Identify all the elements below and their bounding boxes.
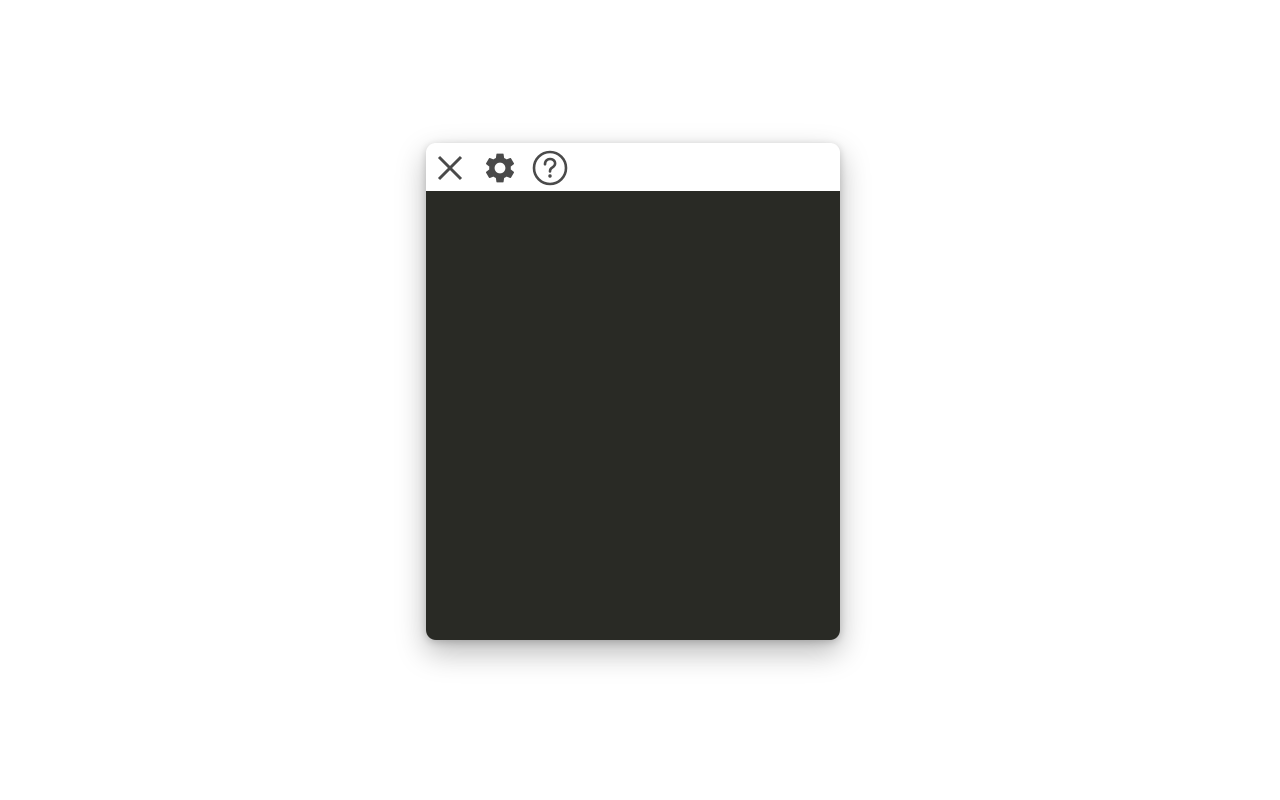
settings-button[interactable] xyxy=(482,150,518,186)
help-circle-icon xyxy=(532,150,568,186)
toolbar xyxy=(426,143,840,191)
help-button[interactable] xyxy=(532,150,568,186)
popup-window xyxy=(426,143,840,640)
gear-icon xyxy=(485,153,515,183)
close-icon xyxy=(437,155,463,181)
close-button[interactable] xyxy=(432,150,468,186)
content-panel[interactable] xyxy=(426,191,840,640)
